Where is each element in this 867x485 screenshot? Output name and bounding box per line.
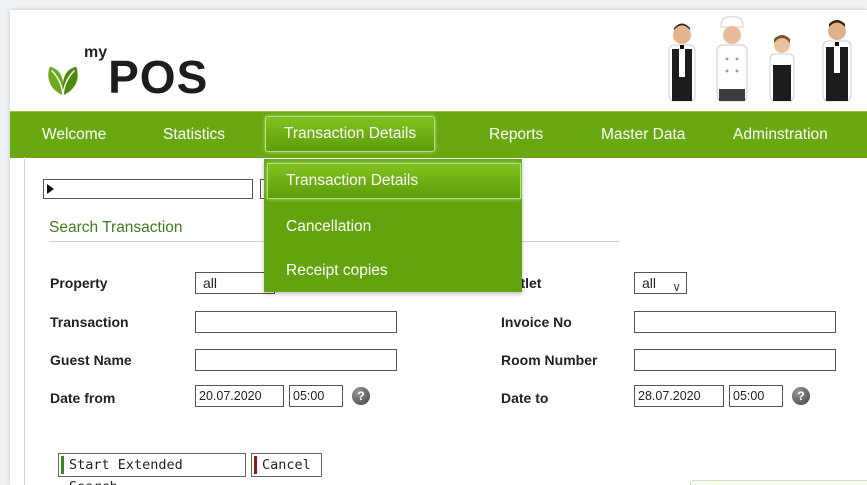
corner-panel [690,480,867,485]
transaction-label: Transaction [50,314,129,330]
app-window: my POS Welcome Statistics Transaction De… [10,10,867,485]
logo-my-text: my [84,44,108,61]
nav-welcome[interactable]: Welcome [42,112,106,158]
start-button-accent [61,456,64,474]
mypos-logo: my POS [44,40,208,100]
cancel-button[interactable]: Cancel [251,453,322,477]
help-icon[interactable]: ? [352,387,370,405]
property-label: Property [50,275,108,291]
date-from-label: Date from [50,390,116,406]
outlet-select-value: all [642,275,657,291]
invoice-no-label: Invoice No [501,314,572,330]
expand-triangle-icon [47,184,54,194]
dropdown-item-receipt-copies[interactable]: Receipt copies [264,251,522,291]
help-icon[interactable]: ? [792,387,810,405]
transaction-input[interactable] [195,311,397,333]
date-from-input[interactable]: 20.07.2020 [195,385,284,407]
chevron-down-icon: ∨ [672,280,681,294]
nav-master-data[interactable]: Master Data [601,112,685,158]
cancel-button-label: Cancel [262,457,311,473]
room-number-input[interactable] [634,349,836,371]
staff-illustration [657,15,867,107]
cancel-button-accent [254,456,257,474]
nav-transaction-details[interactable]: Transaction Details [266,117,435,151]
nav-statistics[interactable]: Statistics [163,112,225,158]
nav-administration[interactable]: Adminstration [733,112,828,158]
main-navbar: Welcome Statistics Transaction Details R… [10,111,867,158]
start-extended-search-button[interactable]: Start Extended Search [58,453,246,485]
property-select[interactable]: all [195,272,275,294]
section-title: Search Transaction [49,219,183,236]
guest-name-input[interactable] [195,349,397,371]
dropdown-item-transaction-details[interactable]: Transaction Details [268,164,520,198]
outlet-select[interactable]: all ∨ [634,272,687,294]
date-from-time-input[interactable]: 05:00 [289,385,343,407]
date-to-label: Date to [501,390,549,406]
nav-reports[interactable]: Reports [489,112,543,158]
leaf-logo-icon [48,66,78,96]
transaction-details-dropdown: Transaction Details Cancellation Receipt… [264,159,522,292]
room-number-label: Room Number [501,352,598,368]
property-select-value: all [203,275,218,291]
dropdown-item-cancellation[interactable]: Cancellation [264,207,522,247]
guest-name-label: Guest Name [50,352,132,368]
date-to-time-input[interactable]: 05:00 [729,385,783,407]
logo-pos-text: POS [108,51,209,103]
date-to-input[interactable]: 28.07.2020 [634,385,724,407]
start-button-label: Start Extended Search [69,457,183,485]
top-select[interactable] [43,179,253,199]
invoice-no-input[interactable] [634,311,836,333]
